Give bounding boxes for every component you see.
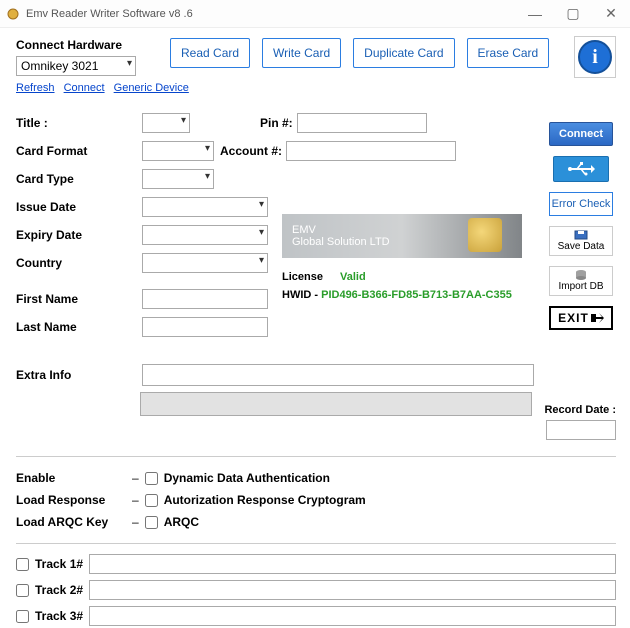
read-card-button[interactable]: Read Card	[170, 38, 250, 68]
arqc-checkbox[interactable]	[145, 516, 158, 529]
country-select[interactable]	[142, 253, 268, 273]
maximize-button[interactable]: ▢	[554, 0, 592, 28]
load-response-label: Load Response	[16, 493, 126, 507]
window-title: Emv Reader Writer Software v8 .6	[26, 8, 193, 20]
track3-checkbox[interactable]	[16, 610, 29, 623]
load-arqc-label: Load ARQC Key	[16, 515, 126, 529]
track1-label: Track 1#	[35, 557, 83, 571]
issue-date-select[interactable]	[142, 197, 268, 217]
save-icon	[574, 230, 588, 240]
app-icon	[6, 7, 20, 21]
refresh-link[interactable]: Refresh	[16, 82, 55, 94]
track2-label: Track 2#	[35, 583, 83, 597]
title-label: Title :	[16, 116, 98, 130]
title-select[interactable]	[142, 113, 190, 133]
connect-button[interactable]: Connect	[549, 122, 613, 146]
info-button[interactable]: i	[574, 36, 616, 78]
readonly-output	[140, 392, 532, 416]
account-label: Account #:	[220, 144, 282, 158]
country-label: Country	[16, 256, 98, 270]
extra-info-label: Extra Info	[16, 368, 98, 382]
emv-banner: EMV Global Solution LTD	[282, 214, 522, 258]
card-format-label: Card Format	[16, 144, 98, 158]
dda-checkbox[interactable]	[145, 472, 158, 485]
card-type-label: Card Type	[16, 172, 98, 186]
hwid-value: PID496-B366-FD85-B713-B7AA-C355	[321, 289, 512, 301]
arqc-label: ARQC	[164, 515, 199, 529]
first-name-input[interactable]	[142, 289, 268, 309]
license-label: License	[282, 271, 323, 283]
issue-date-label: Issue Date	[16, 200, 98, 214]
card-format-select[interactable]	[142, 141, 214, 161]
first-name-label: First Name	[16, 292, 98, 306]
database-icon	[575, 270, 587, 280]
write-card-button[interactable]: Write Card	[262, 38, 341, 68]
usb-button[interactable]	[553, 156, 609, 182]
track3-label: Track 3#	[35, 609, 83, 623]
track1-checkbox[interactable]	[16, 558, 29, 571]
connect-link[interactable]: Connect	[64, 82, 105, 94]
hwid-label: HWID -	[282, 289, 318, 301]
expiry-date-label: Expiry Date	[16, 228, 98, 242]
error-check-button[interactable]: Error Check	[549, 192, 613, 216]
hardware-device-select[interactable]: Omnikey 3021	[16, 56, 136, 76]
account-input[interactable]	[286, 141, 456, 161]
license-status: Valid	[340, 271, 366, 283]
chip-icon	[468, 218, 502, 252]
last-name-input[interactable]	[142, 317, 268, 337]
track3-input[interactable]	[89, 606, 616, 626]
info-icon: i	[578, 40, 612, 74]
card-type-select[interactable]	[142, 169, 214, 189]
minimize-button[interactable]: —	[516, 0, 554, 28]
dda-label: Dynamic Data Authentication	[164, 471, 330, 485]
arc-label: Autorization Response Cryptogram	[164, 493, 366, 507]
erase-card-button[interactable]: Erase Card	[467, 38, 550, 68]
duplicate-card-button[interactable]: Duplicate Card	[353, 38, 454, 68]
record-date-label: Record Date :	[544, 404, 616, 416]
exit-button[interactable]: EXIT	[549, 306, 613, 330]
save-data-button[interactable]: Save Data	[549, 226, 613, 256]
track1-input[interactable]	[89, 554, 616, 574]
record-date-input[interactable]	[546, 420, 616, 440]
expiry-date-select[interactable]	[142, 225, 268, 245]
arc-checkbox[interactable]	[145, 494, 158, 507]
exit-arrow-icon	[590, 312, 604, 324]
extra-info-input[interactable]	[142, 364, 534, 386]
usb-icon	[567, 162, 595, 176]
last-name-label: Last Name	[16, 320, 98, 334]
pin-input[interactable]	[297, 113, 427, 133]
pin-label: Pin #:	[260, 116, 293, 130]
generic-device-link[interactable]: Generic Device	[114, 82, 189, 94]
track2-input[interactable]	[89, 580, 616, 600]
enable-label: Enable	[16, 471, 126, 485]
track2-checkbox[interactable]	[16, 584, 29, 597]
close-button[interactable]: ✕	[592, 0, 630, 28]
import-db-button[interactable]: Import DB	[549, 266, 613, 296]
title-bar: Emv Reader Writer Software v8 .6 — ▢ ✕	[0, 0, 630, 28]
